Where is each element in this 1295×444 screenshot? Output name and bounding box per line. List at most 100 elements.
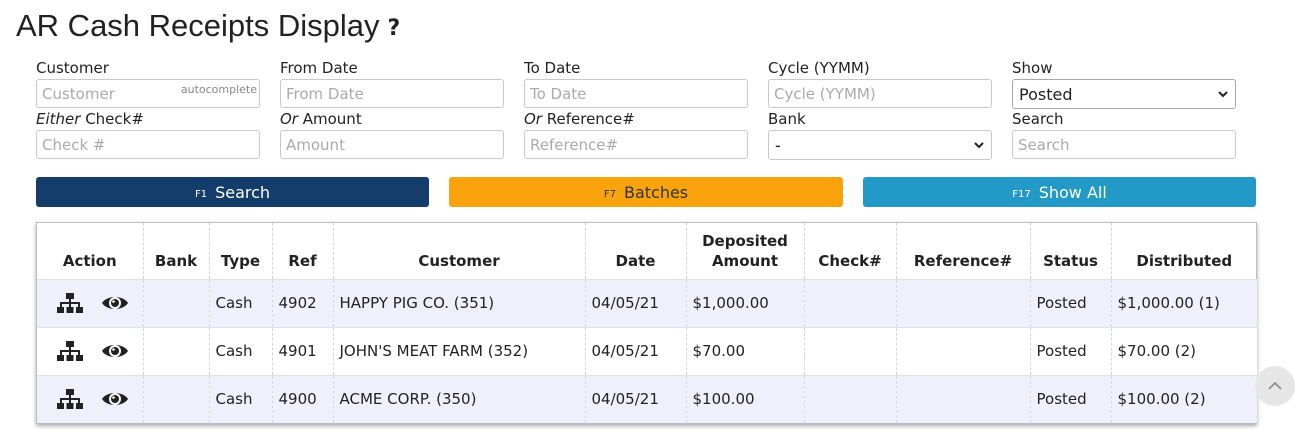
batches-fkey: F7 — [603, 188, 616, 200]
show-all-button[interactable]: F17 Show All — [863, 177, 1256, 207]
chevron-down-icon — [974, 142, 984, 149]
to-date-field: To Date — [524, 58, 748, 109]
amount-label: Or Amount — [280, 109, 504, 130]
chevron-up-icon — [1268, 381, 1282, 390]
cell-action — [37, 374, 143, 423]
col-header-bank[interactable]: Bank — [142, 223, 209, 279]
reference-field: Or Reference# — [524, 109, 748, 160]
check-label-prefix: Either — [36, 110, 81, 128]
col-header-deposited-amount[interactable]: Deposited Amount — [685, 223, 804, 279]
cell-type: Cash — [208, 374, 272, 423]
reference-label: Or Reference# — [524, 109, 748, 130]
cell-reference — [895, 326, 1030, 375]
cell-date: 04/05/21 — [584, 278, 686, 327]
col-header-distributed[interactable]: Distributed — [1110, 223, 1257, 279]
cell-customer: ACME CORP. (350) — [332, 374, 585, 423]
cell-distributed: $100.00 (2) — [1110, 374, 1257, 423]
receipts-table-container: Action Bank Type Ref Customer Date Depos… — [36, 222, 1257, 424]
col-header-date[interactable]: Date — [584, 223, 686, 279]
col-header-status[interactable]: Status — [1029, 223, 1111, 279]
table-row: Cash 4902 HAPPY PIG CO. (351) 04/05/21 $1,00… — [37, 278, 1257, 327]
page-title: AR Cash Receipts Display? — [16, 8, 400, 44]
cycle-input[interactable] — [768, 79, 992, 108]
show-all-button-label: Show All — [1038, 182, 1107, 202]
hierarchy-icon[interactable] — [57, 340, 85, 362]
hierarchy-icon[interactable] — [57, 388, 85, 410]
col-header-customer[interactable]: Customer — [332, 223, 585, 279]
filter-form: Customer autocomplete From Date To Date … — [36, 58, 1236, 160]
cell-status: Posted — [1029, 326, 1111, 375]
search-label: Search — [1012, 110, 1064, 128]
scroll-to-top-button[interactable] — [1255, 366, 1295, 406]
receipts-table: Action Bank Type Ref Customer Date Depos… — [37, 223, 1257, 423]
help-icon[interactable]: ? — [388, 16, 401, 41]
col-header-ref[interactable]: Ref — [271, 223, 333, 279]
reference-label-text: Reference# — [541, 110, 635, 128]
eye-icon[interactable] — [101, 292, 129, 314]
chevron-down-icon — [1218, 91, 1228, 98]
cycle-label: Cycle (YYMM) — [768, 59, 870, 77]
reference-label-prefix: Or — [524, 110, 542, 128]
col-header-reference[interactable]: Reference# — [895, 223, 1030, 279]
cell-ref: 4901 — [271, 326, 333, 375]
from-date-label: From Date — [280, 59, 358, 77]
cell-deposited: $1,000.00 — [685, 278, 804, 327]
amount-label-prefix: Or — [280, 110, 298, 128]
amount-label-text: Amount — [297, 110, 362, 128]
cycle-field: Cycle (YYMM) — [768, 58, 992, 109]
table-header-row: Action Bank Type Ref Customer Date Depos… — [37, 223, 1257, 279]
cell-deposited: $100.00 — [685, 374, 804, 423]
search-field: Search — [1012, 109, 1236, 160]
customer-field: Customer autocomplete — [36, 58, 260, 109]
search-button[interactable]: F1 Search — [36, 177, 429, 207]
cell-action — [37, 326, 143, 375]
batches-button-label: Batches — [623, 182, 689, 202]
cell-customer: JOHN'S MEAT FARM (352) — [332, 326, 585, 375]
cell-check — [803, 278, 896, 327]
col-header-deposited-line1: Deposited — [702, 231, 788, 250]
cell-deposited: $70.00 — [685, 326, 804, 375]
amount-input[interactable] — [280, 130, 504, 159]
bank-select[interactable]: - — [768, 130, 992, 160]
check-input[interactable] — [36, 130, 260, 159]
table-row: Cash 4900 ACME CORP. (350) 04/05/21 $100.00 P… — [37, 374, 1257, 423]
search-input[interactable] — [1012, 130, 1236, 159]
eye-icon[interactable] — [101, 340, 129, 362]
bank-label: Bank — [768, 110, 806, 128]
show-select[interactable]: Posted — [1012, 79, 1236, 109]
cell-bank — [142, 374, 209, 423]
cell-bank — [142, 278, 209, 327]
autocomplete-hint: autocomplete — [180, 83, 257, 96]
check-label-text: Check# — [80, 110, 144, 128]
cell-action — [37, 278, 143, 327]
show-label: Show — [1012, 59, 1053, 77]
eye-icon[interactable] — [101, 388, 129, 410]
cell-status: Posted — [1029, 278, 1111, 327]
cell-bank — [142, 326, 209, 375]
table-row: Cash 4901 JOHN'S MEAT FARM (352) 04/05/21 $7… — [37, 326, 1257, 375]
search-fkey: F1 — [194, 188, 208, 200]
reference-input[interactable] — [524, 130, 748, 159]
cell-check — [803, 374, 896, 423]
col-header-action[interactable]: Action — [37, 223, 143, 279]
cell-reference — [895, 374, 1030, 423]
cell-reference — [895, 278, 1030, 327]
cell-ref: 4900 — [271, 374, 333, 423]
cell-status: Posted — [1029, 374, 1111, 423]
page-title-text: AR Cash Receipts Display — [16, 8, 380, 43]
amount-field: Or Amount — [280, 109, 504, 160]
batches-button[interactable]: F7 Batches — [449, 177, 843, 207]
col-header-type[interactable]: Type — [208, 223, 272, 279]
cell-type: Cash — [208, 278, 272, 327]
cell-distributed: $70.00 (2) — [1110, 326, 1257, 375]
hierarchy-icon[interactable] — [57, 292, 85, 314]
show-field: Show Posted — [1012, 58, 1236, 109]
check-field: Either Check# — [36, 109, 260, 160]
cell-ref: 4902 — [271, 278, 333, 327]
cell-distributed: $1,000.00 (1) — [1110, 278, 1257, 327]
from-date-input[interactable] — [280, 79, 504, 108]
col-header-check[interactable]: Check# — [803, 223, 896, 279]
to-date-input[interactable] — [524, 79, 748, 108]
col-header-deposited-line2: Amount — [711, 251, 779, 270]
show-selected-value: Posted — [1019, 84, 1073, 104]
